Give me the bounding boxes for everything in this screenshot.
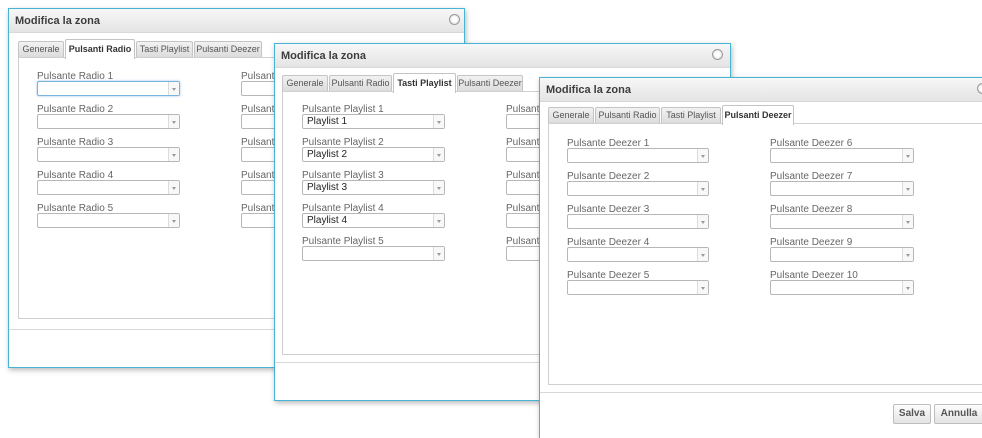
chevron-down-icon (168, 181, 179, 194)
dialog-title: Modifica la zona (546, 84, 631, 96)
chevron-down-icon (697, 215, 708, 228)
chevron-down-icon (902, 248, 913, 261)
deezer-select-4[interactable] (567, 247, 709, 262)
dialog-header[interactable]: Modifica la zona (9, 9, 464, 33)
select-value: Playlist 4 (307, 215, 348, 226)
chevron-down-icon (902, 149, 913, 162)
dialog-header[interactable]: Modifica la zona (275, 44, 730, 68)
tab-tasti-playlist[interactable]: Tasti Playlist (661, 107, 721, 123)
select-value: Playlist 2 (307, 149, 348, 160)
dialog-title: Modifica la zona (281, 50, 366, 62)
deezer-select-2[interactable] (567, 181, 709, 196)
deezer-select-7[interactable] (770, 181, 914, 196)
chevron-down-icon (697, 248, 708, 261)
playlist-select-3[interactable]: Playlist 3 (302, 180, 445, 195)
deezer-select-8[interactable] (770, 214, 914, 229)
tab-generale[interactable]: Generale (282, 75, 328, 91)
chevron-down-icon (697, 182, 708, 195)
tab-generale[interactable]: Generale (18, 41, 64, 57)
chevron-down-icon (168, 115, 179, 128)
select-value: Playlist 3 (307, 182, 348, 193)
deezer-select-1[interactable] (567, 148, 709, 163)
chevron-down-icon (168, 148, 179, 161)
tab-bar: Generale Pulsanti Radio Tasti Playlist P… (548, 105, 982, 125)
deezer-select-6[interactable] (770, 148, 914, 163)
radio-select-5[interactable] (37, 213, 180, 228)
cancel-button[interactable]: Annulla (934, 404, 982, 424)
tab-generale[interactable]: Generale (548, 107, 594, 123)
playlist-select-2[interactable]: Playlist 2 (302, 147, 445, 162)
tab-pulsanti-radio[interactable]: Pulsanti Radio (65, 39, 135, 59)
chevron-down-icon (902, 215, 913, 228)
dialog-title: Modifica la zona (15, 15, 100, 27)
radio-select-2[interactable] (37, 114, 180, 129)
deezer-select-10[interactable] (770, 280, 914, 295)
chevron-down-icon (433, 181, 444, 194)
close-icon[interactable] (977, 83, 982, 94)
save-button[interactable]: Salva (893, 404, 931, 424)
chevron-down-icon (433, 247, 444, 260)
chevron-down-icon (902, 182, 913, 195)
radio-select-4[interactable] (37, 180, 180, 195)
radio-select-3[interactable] (37, 147, 180, 162)
chevron-down-icon (433, 115, 444, 128)
chevron-down-icon (433, 214, 444, 227)
tab-pulsanti-deezer[interactable]: Pulsanti Deezer (722, 105, 794, 125)
radio-select-1[interactable] (37, 81, 180, 96)
deezer-select-9[interactable] (770, 247, 914, 262)
playlist-select-5[interactable] (302, 246, 445, 261)
tab-tasti-playlist[interactable]: Tasti Playlist (136, 41, 193, 57)
chevron-down-icon (902, 281, 913, 294)
tab-pulsanti-radio[interactable]: Pulsanti Radio (329, 75, 392, 91)
close-icon[interactable] (712, 49, 723, 60)
footer-divider (540, 392, 982, 393)
tab-tasti-playlist[interactable]: Tasti Playlist (393, 73, 456, 93)
chevron-down-icon (168, 214, 179, 227)
chevron-down-icon (697, 281, 708, 294)
chevron-down-icon (168, 82, 179, 95)
dialog-pulsanti-deezer: Modifica la zona Generale Pulsanti Radio… (539, 77, 982, 438)
select-value: Playlist 1 (307, 116, 348, 127)
playlist-select-4[interactable]: Playlist 4 (302, 213, 445, 228)
close-icon[interactable] (449, 14, 460, 25)
dialog-header[interactable]: Modifica la zona (540, 78, 982, 102)
deezer-select-5[interactable] (567, 280, 709, 295)
chevron-down-icon (433, 148, 444, 161)
tab-pulsanti-deezer[interactable]: Pulsanti Deezer (457, 75, 523, 91)
playlist-select-1[interactable]: Playlist 1 (302, 114, 445, 129)
chevron-down-icon (697, 149, 708, 162)
tab-pulsanti-radio[interactable]: Pulsanti Radio (595, 107, 660, 123)
tab-pulsanti-deezer[interactable]: Pulsanti Deezer (194, 41, 262, 57)
deezer-select-3[interactable] (567, 214, 709, 229)
